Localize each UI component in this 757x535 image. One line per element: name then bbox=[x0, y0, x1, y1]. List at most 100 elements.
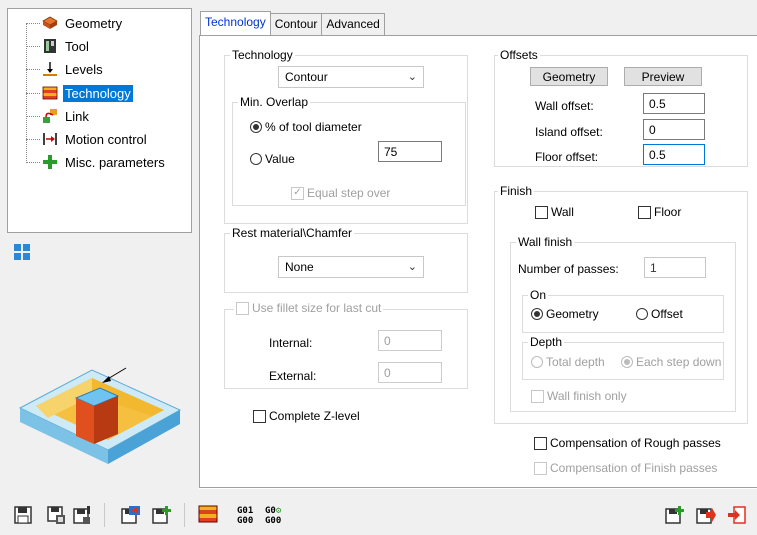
checkbox-label: Wall finish only bbox=[547, 389, 627, 403]
use-fillet-checkbox[interactable]: Use fillet size for last cut bbox=[234, 301, 384, 315]
wall-finish-only-checkbox[interactable]: Wall finish only bbox=[531, 389, 627, 403]
tree-item-label: Technology bbox=[63, 84, 133, 102]
g00-label: G00 bbox=[237, 516, 254, 526]
g0-g00-button[interactable]: G0⚙ G00 bbox=[265, 506, 281, 526]
overlap-value-input[interactable]: 75 bbox=[378, 141, 442, 162]
g0-label: G0 bbox=[265, 506, 276, 516]
radio-label: Value bbox=[265, 152, 295, 166]
technology-icon bbox=[42, 85, 58, 101]
checkbox-empty-icon bbox=[253, 409, 266, 423]
tree-item-misc-parameters[interactable]: Misc. parameters bbox=[26, 152, 167, 172]
floor-offset-input[interactable]: 0.5 bbox=[643, 144, 705, 165]
operation-tree: Geometry Tool Levels Technology Link Mot… bbox=[7, 8, 192, 233]
g01-label: G01 bbox=[237, 506, 254, 516]
grid-view-icon[interactable] bbox=[13, 243, 31, 261]
tree-item-link[interactable]: Link bbox=[26, 106, 91, 126]
misc-parameters-icon bbox=[42, 154, 58, 170]
checkbox-empty-icon bbox=[535, 205, 548, 219]
technology-database-icon[interactable] bbox=[197, 503, 219, 527]
value-radio[interactable]: Value bbox=[250, 152, 295, 166]
radio-label: Offset bbox=[651, 307, 683, 321]
checkbox-label: Equal step over bbox=[307, 186, 391, 200]
toolbar-separator bbox=[184, 503, 185, 527]
radio-label: Total depth bbox=[546, 355, 605, 369]
internal-label: Internal: bbox=[269, 336, 313, 350]
tree-item-technology[interactable]: Technology bbox=[26, 83, 133, 103]
rest-material-title: Rest material\Chamfer bbox=[230, 226, 355, 240]
tree-item-label: Misc. parameters bbox=[65, 154, 165, 170]
internal-input[interactable]: 0 bbox=[378, 330, 442, 351]
checkbox-empty-icon bbox=[531, 389, 544, 403]
preview-button[interactable]: Preview bbox=[624, 67, 702, 86]
checkbox-empty-icon bbox=[534, 461, 547, 475]
save-and-exit-icon[interactable] bbox=[696, 505, 716, 525]
number-of-passes-label: Number of passes: bbox=[518, 262, 619, 276]
exit-icon[interactable] bbox=[727, 505, 747, 525]
tree-item-geometry[interactable]: Geometry bbox=[26, 13, 124, 33]
radio-label: Each step down bbox=[636, 355, 722, 369]
tree-item-label: Levels bbox=[65, 61, 103, 77]
new-operation-icon[interactable] bbox=[152, 505, 172, 525]
on-offset-radio[interactable]: Offset bbox=[636, 307, 683, 321]
geometry-icon bbox=[42, 15, 58, 31]
external-input[interactable]: 0 bbox=[378, 362, 442, 383]
complete-z-level-checkbox[interactable]: Complete Z-level bbox=[253, 409, 360, 423]
tab-advanced[interactable]: Advanced bbox=[321, 13, 385, 35]
compensation-finish-checkbox[interactable]: Compensation of Finish passes bbox=[534, 461, 717, 475]
each-step-down-radio[interactable]: Each step down bbox=[621, 355, 721, 369]
finish-title: Finish bbox=[498, 184, 535, 198]
g01-g00-button[interactable]: G01 G00 bbox=[237, 506, 253, 526]
technology-combo[interactable]: Contour ⌄ bbox=[278, 66, 424, 88]
min-overlap-title: Min. Overlap bbox=[238, 95, 311, 109]
checkbox-label: Compensation of Rough passes bbox=[550, 436, 721, 450]
link-icon bbox=[42, 108, 58, 124]
tree-item-label: Motion control bbox=[65, 131, 147, 147]
island-offset-label: Island offset: bbox=[535, 125, 603, 139]
tree-item-motion-control[interactable]: Motion control bbox=[26, 129, 149, 149]
checkbox-label: Use fillet size for last cut bbox=[252, 301, 382, 315]
radio-selected-icon bbox=[250, 121, 262, 133]
tab-contour[interactable]: Contour bbox=[269, 13, 323, 35]
on-geometry-radio[interactable]: Geometry bbox=[531, 307, 599, 321]
compensation-rough-checkbox[interactable]: Compensation of Rough passes bbox=[534, 436, 721, 450]
checkbox-empty-icon bbox=[638, 205, 651, 219]
on-title: On bbox=[528, 288, 549, 302]
rest-material-combo-value: None bbox=[285, 260, 314, 274]
geometry-button[interactable]: Geometry bbox=[530, 67, 608, 86]
wall-offset-input[interactable]: 0.5 bbox=[643, 93, 705, 114]
number-of-passes-input[interactable]: 1 bbox=[644, 257, 706, 278]
tree-item-tool[interactable]: Tool bbox=[26, 36, 91, 56]
add-and-save-icon[interactable] bbox=[665, 505, 685, 525]
radio-empty-icon bbox=[250, 153, 262, 165]
tab-strip: Technology Contour Advanced bbox=[200, 11, 385, 35]
percent-of-tool-radio[interactable]: % of tool diameter bbox=[250, 120, 362, 134]
island-offset-input[interactable]: 0 bbox=[643, 119, 705, 140]
motion-control-icon bbox=[42, 131, 58, 147]
import-operation-icon[interactable] bbox=[121, 505, 141, 525]
chevron-down-icon: ⌄ bbox=[407, 261, 417, 273]
technology-combo-value: Contour bbox=[285, 70, 328, 84]
tab-technology[interactable]: Technology bbox=[200, 11, 271, 35]
radio-label: Geometry bbox=[546, 307, 599, 321]
tree-item-levels[interactable]: Levels bbox=[26, 59, 105, 79]
toolbar-separator bbox=[104, 503, 105, 527]
checkbox-empty-icon bbox=[534, 436, 547, 450]
equal-step-over-checkbox[interactable]: ✓ Equal step over bbox=[291, 186, 390, 200]
finish-floor-checkbox[interactable]: Floor bbox=[638, 205, 681, 219]
checkbox-label: Floor bbox=[654, 205, 682, 219]
save-icon[interactable] bbox=[13, 505, 33, 525]
technology-panel: Technology Contour ⌄ Min. Overlap % of t… bbox=[199, 35, 757, 488]
rest-material-combo[interactable]: None ⌄ bbox=[278, 256, 424, 278]
save-all-icon[interactable] bbox=[72, 505, 92, 525]
pocket-preview-image bbox=[14, 340, 186, 468]
gear-icon: ⚙ bbox=[275, 506, 282, 516]
finish-wall-checkbox[interactable]: Wall bbox=[535, 205, 574, 219]
total-depth-radio[interactable]: Total depth bbox=[531, 355, 605, 369]
tool-icon bbox=[42, 38, 58, 54]
radio-label: % of tool diameter bbox=[265, 120, 362, 134]
panel-divider bbox=[199, 487, 757, 489]
offsets-title: Offsets bbox=[498, 48, 540, 62]
save-as-icon[interactable] bbox=[46, 505, 66, 525]
checkbox-empty-icon bbox=[236, 301, 249, 315]
depth-title: Depth bbox=[528, 335, 565, 349]
